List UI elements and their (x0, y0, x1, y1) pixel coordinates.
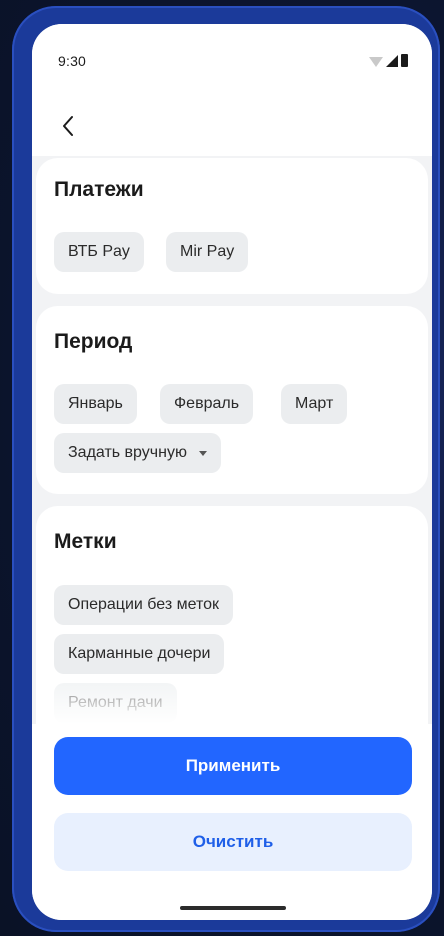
chip-january[interactable]: Январь (54, 384, 137, 424)
chip-custom-period-label: Задать вручную (68, 444, 187, 461)
status-time: 9:30 (58, 53, 87, 69)
caret-down-icon (198, 450, 207, 456)
payments-title: Платежи (54, 178, 144, 201)
chevron-left-icon (63, 116, 73, 136)
chip-tag-pocket-daughters[interactable]: Карманные дочери (54, 634, 225, 674)
chip-vtb-pay[interactable]: ВТБ Pay (54, 232, 144, 272)
chip-custom-period[interactable]: Задать вручную (54, 433, 221, 473)
home-indicator (180, 906, 286, 910)
chip-tag-no-tags[interactable]: Операции без меток (54, 585, 234, 625)
clear-button[interactable]: Очистить (54, 813, 412, 871)
period-card: Период Январь Февраль Март Задать вручну… (36, 306, 428, 494)
chip-mir-pay[interactable]: Mir Pay (166, 232, 249, 272)
top-bar (32, 100, 432, 156)
back-button[interactable] (48, 106, 88, 146)
chip-february[interactable]: Февраль (160, 384, 254, 424)
chip-march[interactable]: Март (281, 384, 348, 424)
battery-icon (401, 54, 408, 67)
payments-card: Платежи ВТБ Pay Mir Pay (36, 158, 428, 294)
status-bar: 9:30 (32, 24, 432, 100)
period-title: Период (54, 330, 133, 353)
chip-tag-dacha-repair[interactable]: Ремонт дачи (54, 683, 177, 723)
apply-button[interactable]: Применить (54, 737, 412, 795)
screen: 9:30 Платежи ВТБ Pay Mir Pay Период Янва… (32, 24, 432, 920)
signal-icon (386, 55, 398, 67)
wifi-icon (369, 57, 383, 67)
status-icons (369, 54, 408, 67)
bottom-actions: Применить Очистить (32, 724, 432, 920)
tags-title: Метки (54, 530, 117, 553)
